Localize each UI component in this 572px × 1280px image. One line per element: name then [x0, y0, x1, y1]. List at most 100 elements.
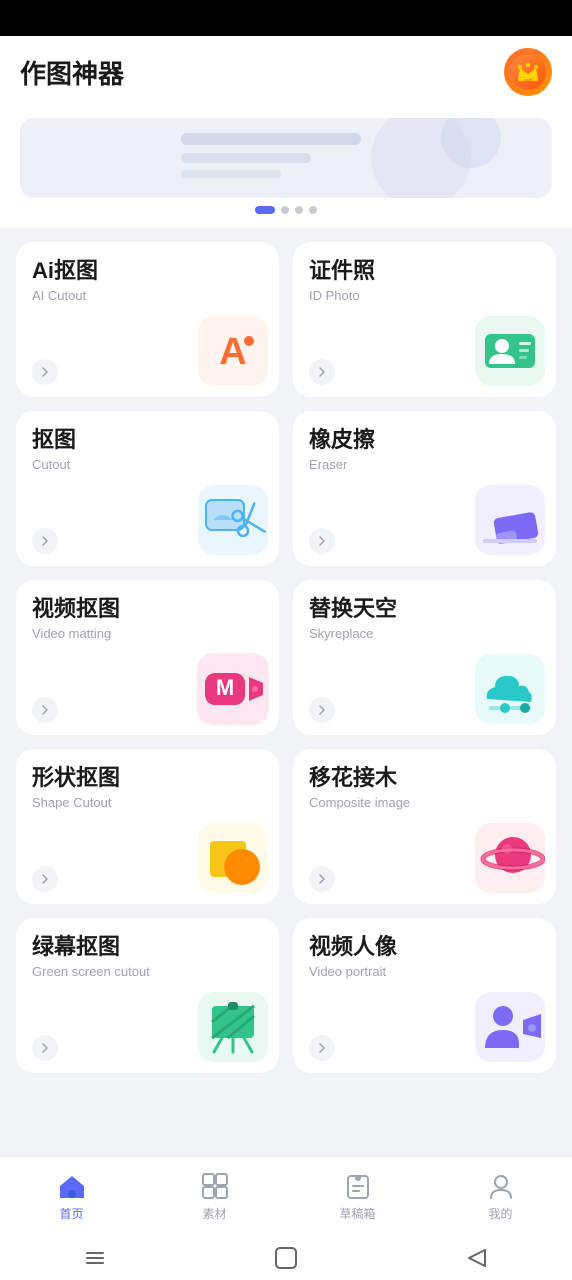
home-icon	[57, 1171, 87, 1201]
svg-text:M: M	[216, 675, 234, 700]
chevron-right-icon	[316, 535, 328, 547]
grid-row-5: 绿幕抠图 Green screen cutout	[16, 918, 556, 1073]
card-skyreplace-title-en: Skyreplace	[309, 626, 540, 643]
card-shape-cutout-title-cn: 形状抠图	[32, 765, 263, 791]
app-title: 作图神器	[20, 54, 124, 91]
nav-draft[interactable]: 草稿箱	[286, 1171, 429, 1222]
card-skyreplace-icon	[474, 653, 546, 725]
card-video-matting-icon: M	[197, 653, 269, 725]
card-green-screen-title-en: Green screen cutout	[32, 964, 263, 981]
android-back-btn[interactable]	[463, 1244, 491, 1272]
card-cutout-icon	[197, 484, 269, 556]
android-menu-btn[interactable]	[81, 1244, 109, 1272]
card-shape-cutout-arrow	[32, 866, 58, 892]
nav-mine[interactable]: 我的	[429, 1171, 572, 1222]
card-ai-cutout[interactable]: Ai抠图 AI Cutout A	[16, 242, 279, 397]
nav-draft-label: 草稿箱	[339, 1205, 375, 1222]
back-icon	[465, 1246, 489, 1270]
crown-icon: VIP	[510, 54, 546, 90]
chevron-right-icon	[316, 1042, 328, 1054]
card-green-screen-title-cn: 绿幕抠图	[32, 934, 263, 960]
card-video-matting[interactable]: 视频抠图 Video matting M	[16, 580, 279, 735]
card-id-photo[interactable]: 证件照 ID Photo	[293, 242, 556, 397]
card-eraser[interactable]: 橡皮擦 Eraser	[293, 411, 556, 566]
card-shape-cutout-title-en: Shape Cutout	[32, 795, 263, 812]
card-composite-arrow	[309, 866, 335, 892]
card-id-photo-arrow	[309, 359, 335, 385]
android-home-btn[interactable]	[272, 1244, 300, 1272]
vip-button[interactable]: VIP	[504, 48, 552, 96]
card-composite-icon	[474, 822, 546, 894]
menu-icon	[83, 1246, 107, 1270]
card-skyreplace-title-cn: 替换天空	[309, 596, 540, 622]
card-shape-cutout[interactable]: 形状抠图 Shape Cutout	[16, 749, 279, 904]
circle-icon	[274, 1246, 298, 1270]
banner-graphic	[20, 118, 552, 198]
chevron-right-icon	[39, 873, 51, 885]
nav-material-label: 素材	[202, 1205, 226, 1222]
card-video-portrait-arrow	[309, 1035, 335, 1061]
card-video-portrait-icon	[474, 991, 546, 1063]
dot-2	[281, 206, 289, 214]
card-composite-title-en: Composite image	[309, 795, 540, 812]
chevron-right-icon	[39, 366, 51, 378]
chevron-right-icon	[316, 873, 328, 885]
card-skyreplace[interactable]: 替换天空 Skyreplace	[293, 580, 556, 735]
bottom-nav: 首页 素材 草稿箱	[0, 1156, 572, 1236]
card-ai-cutout-icon: A	[197, 315, 269, 387]
card-ai-cutout-arrow	[32, 359, 58, 385]
banner-image[interactable]	[20, 118, 552, 198]
svg-text:A: A	[219, 331, 246, 373]
card-video-portrait-title-cn: 视频人像	[309, 934, 540, 960]
nav-home-label: 首页	[59, 1205, 83, 1222]
svg-text:VIP: VIP	[524, 79, 533, 85]
chevron-right-icon	[316, 704, 328, 716]
card-green-screen-icon	[197, 991, 269, 1063]
card-video-portrait[interactable]: 视频人像 Video portrait	[293, 918, 556, 1073]
nav-mine-label: 我的	[488, 1205, 512, 1222]
profile-icon	[486, 1171, 516, 1201]
card-composite[interactable]: 移花接木 Composite image	[293, 749, 556, 904]
card-cutout-arrow	[32, 528, 58, 554]
card-id-photo-title-cn: 证件照	[309, 258, 540, 284]
card-video-portrait-title-en: Video portrait	[309, 964, 540, 981]
card-eraser-arrow	[309, 528, 335, 554]
nav-material[interactable]: 素材	[143, 1171, 286, 1222]
dot-1	[255, 206, 275, 214]
card-ai-cutout-title-en: AI Cutout	[32, 288, 263, 305]
android-nav	[0, 1236, 572, 1280]
card-video-matting-arrow	[32, 697, 58, 723]
dot-3	[295, 206, 303, 214]
card-video-matting-title-en: Video matting	[32, 626, 263, 643]
grid-row-2: 抠图 Cutout	[16, 411, 556, 566]
card-green-screen-arrow	[32, 1035, 58, 1061]
grid-row-3: 视频抠图 Video matting M	[16, 580, 556, 735]
card-id-photo-icon	[474, 315, 546, 387]
card-eraser-title-cn: 橡皮擦	[309, 427, 540, 453]
card-composite-title-cn: 移花接木	[309, 765, 540, 791]
card-ai-cutout-title-cn: Ai抠图	[32, 258, 263, 284]
header: 作图神器 VIP	[0, 36, 572, 108]
nav-home[interactable]: 首页	[0, 1171, 143, 1222]
grid-row-1: Ai抠图 AI Cutout A 证件照 ID Photo	[16, 242, 556, 397]
chevron-right-icon	[39, 535, 51, 547]
card-green-screen[interactable]: 绿幕抠图 Green screen cutout	[16, 918, 279, 1073]
chevron-right-icon	[316, 366, 328, 378]
banner-dots	[20, 206, 552, 214]
card-skyreplace-arrow	[309, 697, 335, 723]
status-bar	[0, 0, 572, 36]
grid-row-4: 形状抠图 Shape Cutout 移花接木 Composite ima	[16, 749, 556, 904]
chevron-right-icon	[39, 704, 51, 716]
banner-section	[0, 108, 572, 228]
main-content: Ai抠图 AI Cutout A 证件照 ID Photo	[0, 228, 572, 1156]
draft-icon	[343, 1171, 373, 1201]
card-cutout[interactable]: 抠图 Cutout	[16, 411, 279, 566]
card-shape-cutout-icon	[197, 822, 269, 894]
dot-4	[309, 206, 317, 214]
card-eraser-title-en: Eraser	[309, 457, 540, 474]
card-video-matting-title-cn: 视频抠图	[32, 596, 263, 622]
card-cutout-title-en: Cutout	[32, 457, 263, 474]
card-id-photo-title-en: ID Photo	[309, 288, 540, 305]
card-eraser-icon	[474, 484, 546, 556]
material-icon	[200, 1171, 230, 1201]
